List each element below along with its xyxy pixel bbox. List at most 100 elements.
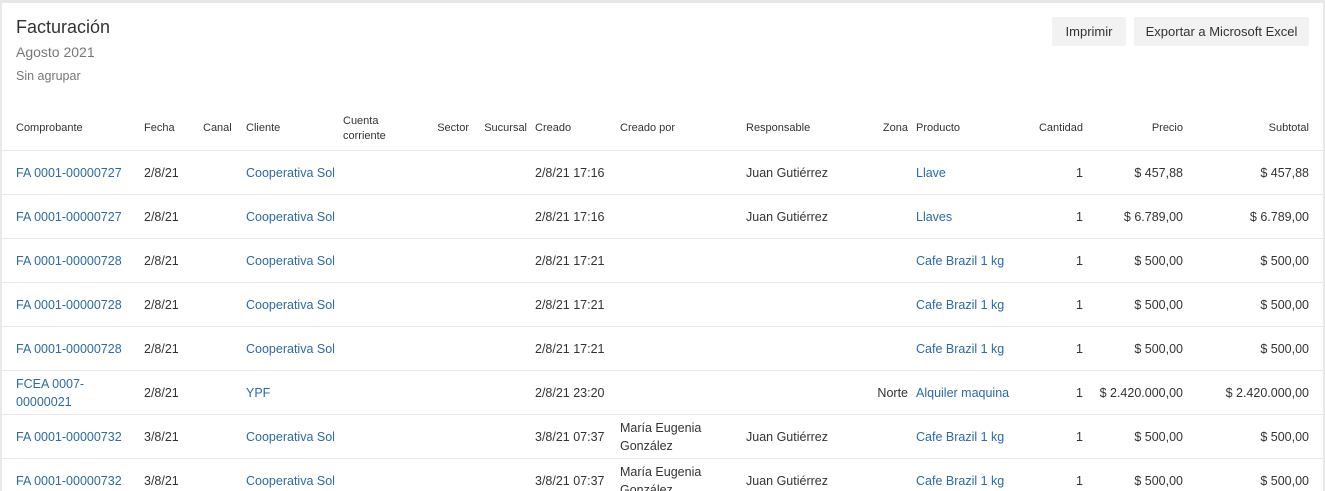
column-header-canal[interactable]: Canal [199,107,242,151]
cell-fecha: 2/8/21 [140,194,199,239]
cell-creado: 2/8/21 17:16 [531,194,616,239]
cell-cuenta-corriente [339,194,426,239]
cell-responsable [742,326,867,371]
cell-creado-por [616,238,742,283]
cell-fecha: 3/8/21 [140,458,199,491]
cell-sucursal [473,414,531,459]
cell-zona [867,414,912,459]
cell-precio: $ 500,00 [1087,326,1187,371]
product-link[interactable]: Llave [916,166,946,180]
cell-creado-por [616,282,742,327]
column-header-creado-por[interactable]: Creado por [616,107,742,151]
cell-canal [199,370,242,415]
cell-subtotal: $ 2.420.000,00 [1187,370,1323,415]
grouping-label: Sin agrupar [16,69,81,83]
column-header-cuenta-corriente[interactable]: Cuenta corriente [339,107,426,151]
cell-sector [426,238,473,283]
product-link[interactable]: Alquiler maquina [916,386,1009,400]
cell-responsable: Juan Gutiérrez [742,458,867,491]
cell-canal [199,414,242,459]
invoice-number-link[interactable]: FA 0001-00000732 [16,430,122,444]
cell-responsable: Juan Gutiérrez [742,414,867,459]
cell-cuenta-corriente [339,414,426,459]
cell-sector [426,194,473,239]
table-row[interactable]: FA 0001-00000727 2/8/21 Cooperativa Sol … [2,150,1323,195]
column-header-comprobante[interactable]: Comprobante [2,107,140,151]
invoice-table-body: FA 0001-00000727 2/8/21 Cooperativa Sol … [2,150,1323,491]
column-header-precio[interactable]: Precio [1087,107,1187,151]
column-header-producto[interactable]: Producto [912,107,1029,151]
client-link[interactable]: Cooperativa Sol [246,166,335,180]
print-button[interactable]: Imprimir [1052,17,1126,46]
cell-creado: 2/8/21 17:21 [531,282,616,327]
cell-responsable: Juan Gutiérrez [742,150,867,195]
page-title: Facturación [16,17,111,37]
cell-cuenta-corriente [339,370,426,415]
table-row[interactable]: FA 0001-00000728 2/8/21 Cooperativa Sol … [2,326,1323,371]
column-header-cliente[interactable]: Cliente [242,107,339,151]
cell-cuenta-corriente [339,326,426,371]
product-link[interactable]: Cafe Brazil 1 kg [916,430,1004,444]
client-link[interactable]: Cooperativa Sol [246,210,335,224]
cell-canal [199,150,242,195]
table-row[interactable]: FA 0001-00000728 2/8/21 Cooperativa Sol … [2,282,1323,327]
cell-creado: 2/8/21 23:20 [531,370,616,415]
cell-precio: $ 6.789,00 [1087,194,1187,239]
export-excel-button[interactable]: Exportar a Microsoft Excel [1134,17,1309,46]
cell-cantidad: 1 [1029,370,1087,415]
cell-creado: 3/8/21 07:37 [531,414,616,459]
client-link[interactable]: Cooperativa Sol [246,254,335,268]
invoice-number-link[interactable]: FA 0001-00000727 [16,166,122,180]
product-link[interactable]: Cafe Brazil 1 kg [916,254,1004,268]
cell-sector [426,150,473,195]
cell-sector [426,326,473,371]
client-link[interactable]: Cooperativa Sol [246,430,335,444]
table-row[interactable]: FA 0001-00000728 2/8/21 Cooperativa Sol … [2,238,1323,283]
cell-zona [867,326,912,371]
product-link[interactable]: Cafe Brazil 1 kg [916,342,1004,356]
cell-precio: $ 500,00 [1087,238,1187,283]
cell-cantidad: 1 [1029,458,1087,491]
cell-canal [199,194,242,239]
column-header-cantidad[interactable]: Cantidad [1029,107,1087,151]
invoice-number-link[interactable]: FA 0001-00000727 [16,210,122,224]
invoice-number-link[interactable]: FA 0001-00000728 [16,342,122,356]
invoice-number-link[interactable]: FCEA 0007-00000021 [16,377,84,409]
cell-cantidad: 1 [1029,326,1087,371]
cell-sucursal [473,238,531,283]
cell-zona: Norte [867,370,912,415]
cell-creado: 2/8/21 17:21 [531,238,616,283]
column-header-sucursal[interactable]: Sucursal [473,107,531,151]
cell-fecha: 2/8/21 [140,282,199,327]
invoice-number-link[interactable]: FA 0001-00000728 [16,254,122,268]
product-link[interactable]: Cafe Brazil 1 kg [916,474,1004,488]
cell-sucursal [473,458,531,491]
invoice-number-link[interactable]: FA 0001-00000728 [16,298,122,312]
product-link[interactable]: Llaves [916,210,952,224]
column-header-responsable[interactable]: Responsable [742,107,867,151]
table-row[interactable]: FA 0001-00000732 3/8/21 Cooperativa Sol … [2,414,1323,459]
client-link[interactable]: Cooperativa Sol [246,474,335,488]
client-link[interactable]: Cooperativa Sol [246,298,335,312]
column-header-fecha[interactable]: Fecha [140,107,199,151]
column-header-subtotal[interactable]: Subtotal [1187,107,1323,151]
table-row[interactable]: FCEA 0007-00000021 2/8/21 YPF 2/8/21 23:… [2,370,1323,415]
cell-zona [867,194,912,239]
table-row[interactable]: FA 0001-00000727 2/8/21 Cooperativa Sol … [2,194,1323,239]
column-header-creado[interactable]: Creado [531,107,616,151]
cell-sucursal [473,282,531,327]
product-link[interactable]: Cafe Brazil 1 kg [916,298,1004,312]
column-header-sector[interactable]: Sector [426,107,473,151]
client-link[interactable]: YPF [246,386,270,400]
cell-zona [867,458,912,491]
table-row[interactable]: FA 0001-00000732 3/8/21 Cooperativa Sol … [2,458,1323,491]
client-link[interactable]: Cooperativa Sol [246,342,335,356]
cell-subtotal: $ 500,00 [1187,414,1323,459]
cell-cuenta-corriente [339,150,426,195]
cell-subtotal: $ 500,00 [1187,238,1323,283]
cell-responsable [742,282,867,327]
invoice-number-link[interactable]: FA 0001-00000732 [16,474,122,488]
cell-responsable [742,238,867,283]
column-header-zona[interactable]: Zona [867,107,912,151]
cell-canal [199,326,242,371]
